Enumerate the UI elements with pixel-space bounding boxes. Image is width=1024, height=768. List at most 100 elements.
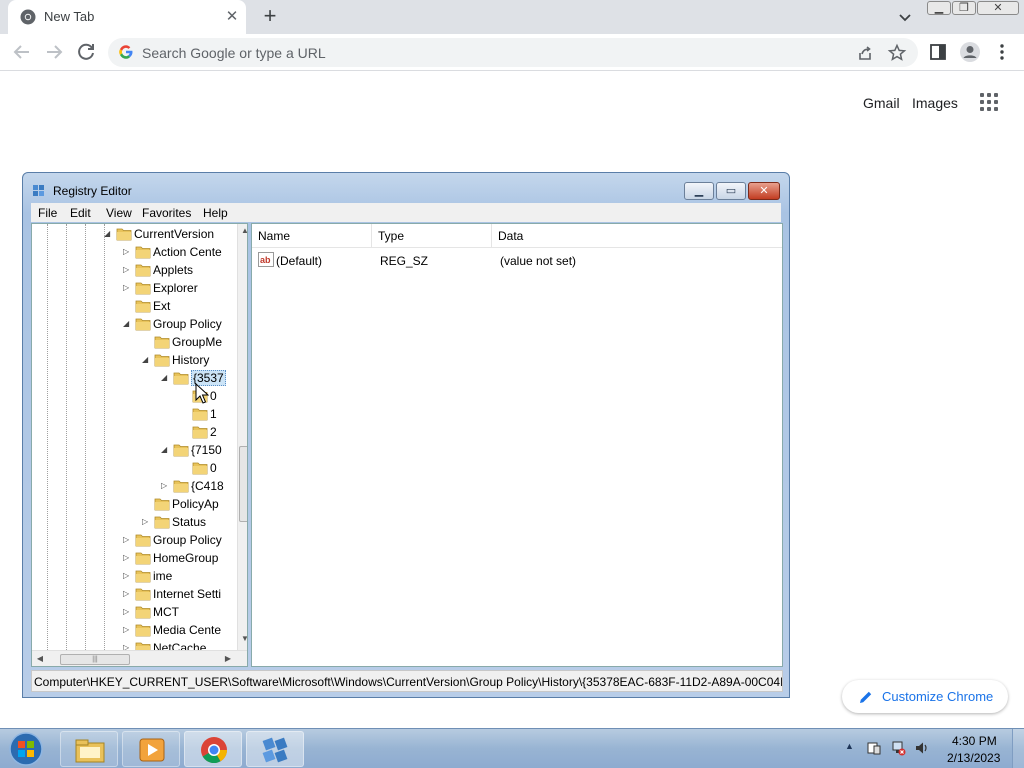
- folder-icon: [173, 372, 189, 385]
- images-link[interactable]: Images: [912, 95, 958, 111]
- tree-expand-icon[interactable]: ▷: [123, 624, 133, 636]
- tree-item-label: Applets: [153, 263, 194, 277]
- tree-expand-icon[interactable]: ▷: [123, 264, 133, 276]
- menu-file[interactable]: File: [38, 206, 57, 220]
- regedit-minimize-button[interactable]: ▁: [684, 182, 714, 200]
- folder-icon: [135, 570, 151, 583]
- tree-expand-icon[interactable]: ▷: [142, 516, 152, 528]
- menu-help[interactable]: Help: [203, 206, 228, 220]
- tree-hscroll-thumb[interactable]: |||: [60, 654, 130, 665]
- taskbar-explorer[interactable]: [60, 731, 118, 767]
- regedit-taskbar-icon: [262, 737, 288, 763]
- status-bar: Computer\HKEY_CURRENT_USER\Software\Micr…: [31, 670, 783, 692]
- tree-collapse-icon[interactable]: ◢: [142, 354, 152, 366]
- value-type: REG_SZ: [380, 254, 429, 268]
- tree-item-label: Explorer: [153, 281, 198, 295]
- tree-expand-icon[interactable]: ▷: [123, 552, 133, 564]
- tree-vertical-scrollbar[interactable]: ▲ ▼: [237, 224, 247, 650]
- window-title: Registry Editor: [53, 184, 132, 198]
- kebab-menu-icon[interactable]: [990, 40, 1014, 64]
- tree-item-label: 0: [210, 461, 217, 475]
- folder-icon: [192, 408, 208, 421]
- new-tab-button[interactable]: +: [258, 4, 282, 28]
- mouse-cursor-icon: [195, 383, 209, 404]
- tree-item-label: Internet Setti: [153, 587, 222, 601]
- windows-taskbar: ▲ 4:30 PM 2/13/2023: [0, 728, 1024, 768]
- folder-icon: [192, 462, 208, 475]
- tab-close-button[interactable]: ✕: [222, 7, 242, 27]
- tray-expand-icon[interactable]: ▲: [845, 741, 855, 751]
- tree-scroll-thumb[interactable]: [239, 446, 247, 522]
- regedit-close-button[interactable]: ✕: [748, 182, 780, 200]
- regedit-maximize-button[interactable]: ▭: [716, 182, 746, 200]
- chevron-down-icon[interactable]: [894, 6, 916, 28]
- tree-collapse-icon[interactable]: ◢: [161, 372, 171, 384]
- tree-expand-icon[interactable]: ▷: [123, 588, 133, 600]
- clock-time[interactable]: 4:30 PM: [952, 734, 997, 748]
- reload-icon[interactable]: [74, 40, 98, 64]
- start-button-icon[interactable]: [4, 730, 48, 768]
- tree-item-label: Action Cente: [153, 245, 222, 259]
- omnibox-input[interactable]: [142, 42, 822, 63]
- status-path: Computer\HKEY_CURRENT_USER\Software\Micr…: [34, 675, 783, 689]
- tree-expand-icon[interactable]: ▷: [123, 570, 133, 582]
- gmail-link[interactable]: Gmail: [863, 95, 900, 111]
- omnibox[interactable]: [108, 38, 918, 67]
- folder-icon: [192, 426, 208, 439]
- clock-date[interactable]: 2/13/2023: [947, 751, 1000, 765]
- tree-collapse-icon[interactable]: ◢: [161, 444, 171, 456]
- chrome-app-icon: [201, 737, 228, 764]
- share-icon[interactable]: [854, 42, 876, 64]
- minimize-button[interactable]: ▁: [927, 1, 951, 15]
- tree-item-label: 1: [210, 407, 217, 421]
- values-list[interactable]: Name Type Data ab (Default) REG_SZ (valu…: [251, 223, 783, 667]
- tree-expand-icon[interactable]: ▷: [161, 480, 171, 492]
- col-header-type[interactable]: Type: [372, 224, 492, 248]
- profile-avatar-icon[interactable]: [958, 40, 982, 64]
- action-center-icon[interactable]: [866, 740, 882, 756]
- folder-icon: [154, 354, 170, 367]
- taskbar-chrome[interactable]: [184, 731, 242, 767]
- close-window-button[interactable]: ✕: [977, 1, 1019, 15]
- tab-new-tab[interactable]: New Tab ✕: [8, 0, 246, 34]
- folder-icon: [135, 588, 151, 601]
- tree-collapse-icon[interactable]: ◢: [123, 318, 133, 330]
- tree-item-label: ime: [153, 569, 173, 583]
- back-icon[interactable]: [10, 40, 34, 64]
- menu-favorites[interactable]: Favorites: [142, 206, 191, 220]
- menu-edit[interactable]: Edit: [70, 206, 91, 220]
- tree-collapse-icon[interactable]: ◢: [104, 228, 114, 240]
- taskbar-media-player[interactable]: [122, 731, 180, 767]
- tree-expand-icon[interactable]: ▷: [123, 534, 133, 546]
- taskbar-regedit[interactable]: [246, 731, 304, 767]
- show-desktop-button[interactable]: [1012, 729, 1024, 768]
- folder-icon: [135, 282, 151, 295]
- folder-icon: [135, 534, 151, 547]
- forward-icon[interactable]: [42, 40, 66, 64]
- tree-expand-icon[interactable]: ▷: [123, 282, 133, 294]
- customize-chrome-button[interactable]: Customize Chrome: [842, 680, 1008, 713]
- col-header-data[interactable]: Data: [492, 224, 782, 248]
- tree-item-label: CurrentVersion: [134, 227, 215, 241]
- tree-expand-icon[interactable]: ▷: [123, 606, 133, 618]
- folder-icon: [135, 606, 151, 619]
- menu-view[interactable]: View: [106, 206, 132, 220]
- col-header-name[interactable]: Name: [252, 224, 372, 248]
- tree-item-label: Group Policy: [153, 317, 222, 331]
- apps-grid-icon[interactable]: [980, 93, 1000, 113]
- star-icon[interactable]: [886, 42, 908, 64]
- tree-item-label: {C418: [191, 479, 224, 493]
- pencil-icon: [860, 691, 872, 703]
- side-panel-icon[interactable]: [926, 40, 950, 64]
- folder-icon: [135, 246, 151, 259]
- key-tree[interactable]: ◢ CurrentVersion ▷ Action Cente ▷ Applets ▷ Exp…: [31, 223, 248, 667]
- network-icon[interactable]: [890, 740, 906, 756]
- tree-horizontal-scrollbar[interactable]: ◀ ||| ▶: [32, 650, 247, 666]
- restore-button[interactable]: ❐: [952, 1, 976, 15]
- folder-icon: [173, 444, 189, 457]
- tree-expand-icon[interactable]: ▷: [123, 246, 133, 258]
- volume-icon[interactable]: [914, 740, 930, 756]
